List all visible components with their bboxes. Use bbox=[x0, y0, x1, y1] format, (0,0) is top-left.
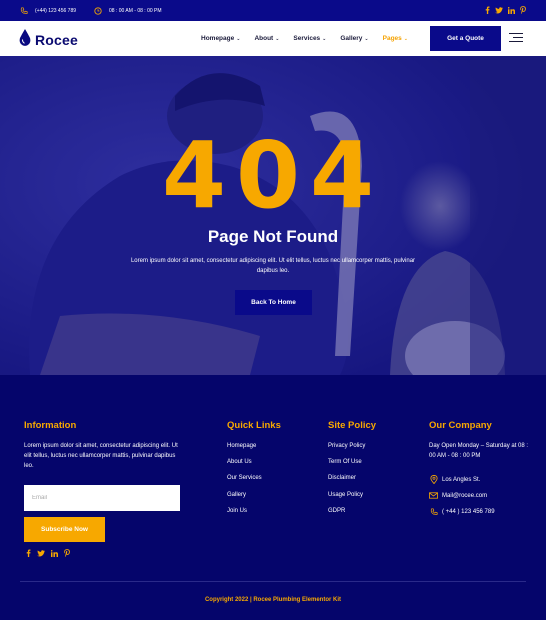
footer-divider bbox=[20, 581, 526, 582]
mail-icon bbox=[429, 491, 438, 500]
pinterest-icon[interactable] bbox=[63, 548, 71, 558]
linkedin-icon[interactable] bbox=[50, 548, 58, 558]
email-field[interactable] bbox=[24, 485, 180, 511]
get-a-quote-button[interactable]: Get a Quote bbox=[430, 26, 501, 51]
top-bar: (+44) 123 456 789 08 : 00 AM - 08 : 00 P… bbox=[0, 0, 546, 21]
information-title: Information bbox=[24, 420, 77, 431]
site-policy-title: Site Policy bbox=[328, 420, 377, 431]
policy-link-usage[interactable]: Usage Policy bbox=[328, 491, 365, 507]
nav-item-label: Pages bbox=[382, 35, 402, 42]
water-drop-icon bbox=[19, 29, 31, 51]
company-location: Los Angles St. bbox=[429, 475, 480, 484]
company-phone[interactable]: ( +44 ) 123 456 789 bbox=[429, 507, 495, 516]
footer-social-links bbox=[24, 548, 71, 558]
subscribe-button[interactable]: Subscribe Now bbox=[24, 517, 105, 542]
hero-description: Lorem ipsum dolor sit amet, consectetur … bbox=[130, 258, 416, 274]
company-email-text: Mail@rocee.com bbox=[442, 492, 488, 499]
quick-links-list: Homepage About Us Our Services Gallery J… bbox=[227, 442, 262, 523]
chevron-down-icon: ⌄ bbox=[275, 35, 280, 42]
map-pin-icon bbox=[429, 475, 438, 484]
our-company-title: Our Company bbox=[429, 420, 492, 431]
site-footer: Information Lorem ipsum dolor sit amet, … bbox=[0, 375, 546, 620]
nav-item-pages[interactable]: Pages ⌄ bbox=[383, 35, 408, 42]
quick-link-about-us[interactable]: About Us bbox=[227, 458, 262, 474]
nav-item-label: Services bbox=[293, 35, 321, 42]
twitter-icon[interactable] bbox=[37, 548, 45, 558]
quick-link-our-services[interactable]: Our Services bbox=[227, 474, 262, 490]
nav-item-label: About bbox=[254, 35, 274, 42]
phone-icon bbox=[429, 507, 438, 516]
error-code: 404 bbox=[161, 122, 385, 229]
topbar-hours-text: 08 : 00 AM - 08 : 00 PM bbox=[109, 7, 162, 14]
topbar-social-links bbox=[483, 5, 527, 15]
policy-link-disclaimer[interactable]: Disclaimer bbox=[328, 474, 365, 490]
quick-links-title: Quick Links bbox=[227, 420, 281, 431]
copyright-text: Copyright 2022 | Rocee Plumbing Elemento… bbox=[204, 597, 342, 603]
hamburger-menu-icon[interactable] bbox=[509, 33, 523, 43]
information-description: Lorem ipsum dolor sit amet, consectetur … bbox=[24, 443, 178, 469]
nav-item-services[interactable]: Services ⌄ bbox=[293, 35, 326, 42]
quick-link-homepage[interactable]: Homepage bbox=[227, 442, 262, 458]
nav-item-about[interactable]: About ⌄ bbox=[254, 35, 279, 42]
logo-text: Rocee bbox=[35, 32, 79, 48]
phone-icon bbox=[20, 6, 28, 15]
nav-item-label: Homepage bbox=[201, 35, 235, 42]
chevron-down-icon: ⌄ bbox=[364, 35, 369, 42]
policy-link-privacy[interactable]: Privacy Policy bbox=[328, 442, 365, 458]
nav-item-label: Gallery bbox=[340, 35, 363, 42]
clock-icon bbox=[94, 6, 102, 15]
company-location-text: Los Angles St. bbox=[442, 476, 481, 483]
nav-item-homepage[interactable]: Homepage ⌄ bbox=[201, 35, 240, 42]
logo[interactable]: Rocee bbox=[19, 29, 78, 51]
site-policy-list: Privacy Policy Term Of Use Disclaimer Us… bbox=[328, 442, 365, 523]
twitter-icon[interactable] bbox=[495, 5, 503, 15]
company-phone-text: ( +44 ) 123 456 789 bbox=[442, 508, 495, 515]
topbar-hours: 08 : 00 AM - 08 : 00 PM bbox=[94, 0, 162, 21]
policy-link-gdpr[interactable]: GDPR bbox=[328, 507, 365, 523]
nav-item-gallery[interactable]: Gallery ⌄ bbox=[340, 35, 368, 42]
hero-section: 404 Page Not Found Lorem ipsum dolor sit… bbox=[0, 56, 546, 375]
company-hours: Day Open Monday – Saturday at 08 : 00 AM… bbox=[429, 443, 529, 459]
facebook-icon[interactable] bbox=[483, 5, 491, 15]
facebook-icon[interactable] bbox=[24, 548, 32, 558]
company-email[interactable]: Mail@rocee.com bbox=[429, 491, 487, 500]
topbar-phone[interactable]: (+44) 123 456 789 bbox=[20, 0, 76, 21]
topbar-phone-text: (+44) 123 456 789 bbox=[35, 7, 77, 14]
quick-link-join-us[interactable]: Join Us bbox=[227, 507, 262, 523]
quick-link-gallery[interactable]: Gallery bbox=[227, 491, 262, 507]
main-nav: Homepage ⌄ About ⌄ Services ⌄ Gallery ⌄ Page… bbox=[201, 21, 422, 56]
site-header: Rocee Homepage ⌄ About ⌄ Services ⌄ Gallery… bbox=[0, 21, 546, 56]
chevron-down-icon: ⌄ bbox=[322, 35, 327, 42]
pinterest-icon[interactable] bbox=[519, 5, 527, 15]
linkedin-icon[interactable] bbox=[507, 5, 515, 15]
chevron-down-icon: ⌄ bbox=[236, 35, 241, 42]
page-title: Page Not Found bbox=[207, 227, 339, 246]
chevron-down-icon: ⌄ bbox=[403, 35, 408, 42]
back-to-home-button[interactable]: Back To Home bbox=[235, 290, 312, 315]
policy-link-terms[interactable]: Term Of Use bbox=[328, 458, 365, 474]
